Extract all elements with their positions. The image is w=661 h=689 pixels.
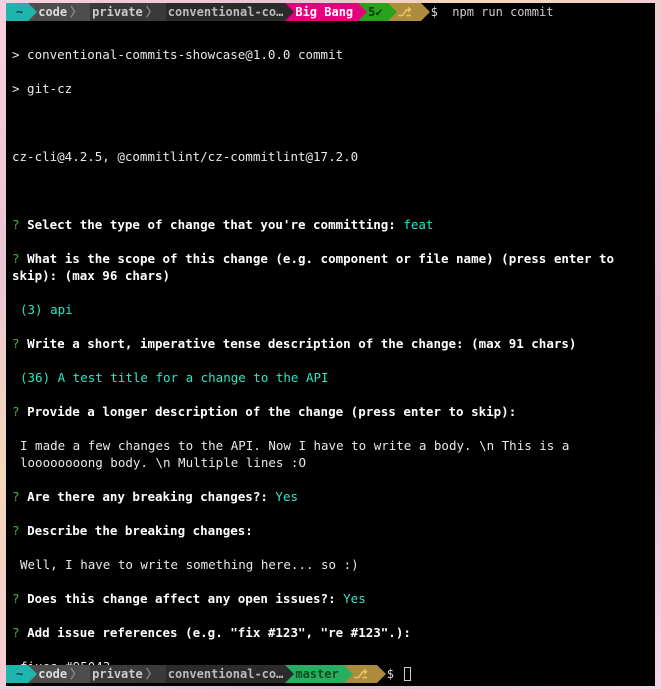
prompt-top: ~ code〉 private〉 conventional-co… Big Ba… xyxy=(6,3,655,21)
terminal-window[interactable]: { "prompt_top": { "segments": { "home": … xyxy=(6,3,655,686)
path-part: private xyxy=(92,4,143,21)
dollar-sign: $ xyxy=(431,5,438,19)
path-part: code xyxy=(38,666,67,683)
prompt-line: ? Describe the breaking changes: xyxy=(12,522,649,539)
path-part: private xyxy=(92,666,143,683)
prompt-line: ? Provide a longer description of the ch… xyxy=(12,403,649,420)
seg-branch: Big Bang xyxy=(285,3,358,21)
answer-line: (36) A test title for a change to the AP… xyxy=(12,369,649,386)
answer-line: I made a few changes to the API. Now I h… xyxy=(12,437,649,471)
seg-path-1: code〉 xyxy=(28,665,90,683)
prompt-line: ? Are there any breaking changes?: Yes xyxy=(12,488,649,505)
path-part: code xyxy=(38,4,67,21)
prompt-line: ? Does this change affect any open issue… xyxy=(12,590,649,607)
terminal-output: > conventional-commits-showcase@1.0.0 co… xyxy=(6,21,655,686)
lightning-icon: ⎇ xyxy=(398,4,412,21)
output-line: cz-cli@4.2.5, @commitlint/cz-commitlint@… xyxy=(12,148,649,165)
home-tilde: ~ xyxy=(16,666,23,683)
path-part: conventional-co… xyxy=(168,666,284,683)
home-tilde: ~ xyxy=(16,4,23,21)
path-part: conventional-co… xyxy=(168,4,284,21)
seg-path-1: code〉 xyxy=(28,3,90,21)
seg-path-2: private〉 xyxy=(90,665,166,683)
answer-line: Well, I have to write something here... … xyxy=(12,556,649,573)
answer-line: (3) api xyxy=(12,301,649,318)
prompt-bottom: ~ code〉 private〉 conventional-co… master… xyxy=(6,665,655,683)
dollar-sign: $ xyxy=(387,667,394,681)
seg-path-2: private〉 xyxy=(90,3,166,21)
branch-name: master xyxy=(295,666,338,683)
prompt-line: ? What is the scope of this change (e.g.… xyxy=(12,250,649,284)
command-area[interactable]: $ npm run commit xyxy=(421,4,655,21)
prompt-line: ? Write a short, imperative tense descri… xyxy=(12,335,649,352)
lightning-icon: ⎇ xyxy=(354,666,368,683)
typed-command: npm run commit xyxy=(452,5,553,19)
prompt-line: ? Add issue references (e.g. "fix #123",… xyxy=(12,624,649,641)
seg-home: ~ xyxy=(6,3,28,21)
status-count: 5✔ xyxy=(368,4,382,21)
output-line: > conventional-commits-showcase@1.0.0 co… xyxy=(12,46,649,63)
output-line: > git-cz xyxy=(12,80,649,97)
command-area[interactable]: $ xyxy=(377,666,655,683)
seg-path-3: conventional-co… xyxy=(166,3,286,21)
seg-home: ~ xyxy=(6,665,28,683)
prompt-line: ? Select the type of change that you're … xyxy=(12,216,649,233)
cursor xyxy=(404,667,411,681)
seg-path-3: conventional-co… xyxy=(166,665,286,683)
branch-name: Big Bang xyxy=(295,4,353,21)
